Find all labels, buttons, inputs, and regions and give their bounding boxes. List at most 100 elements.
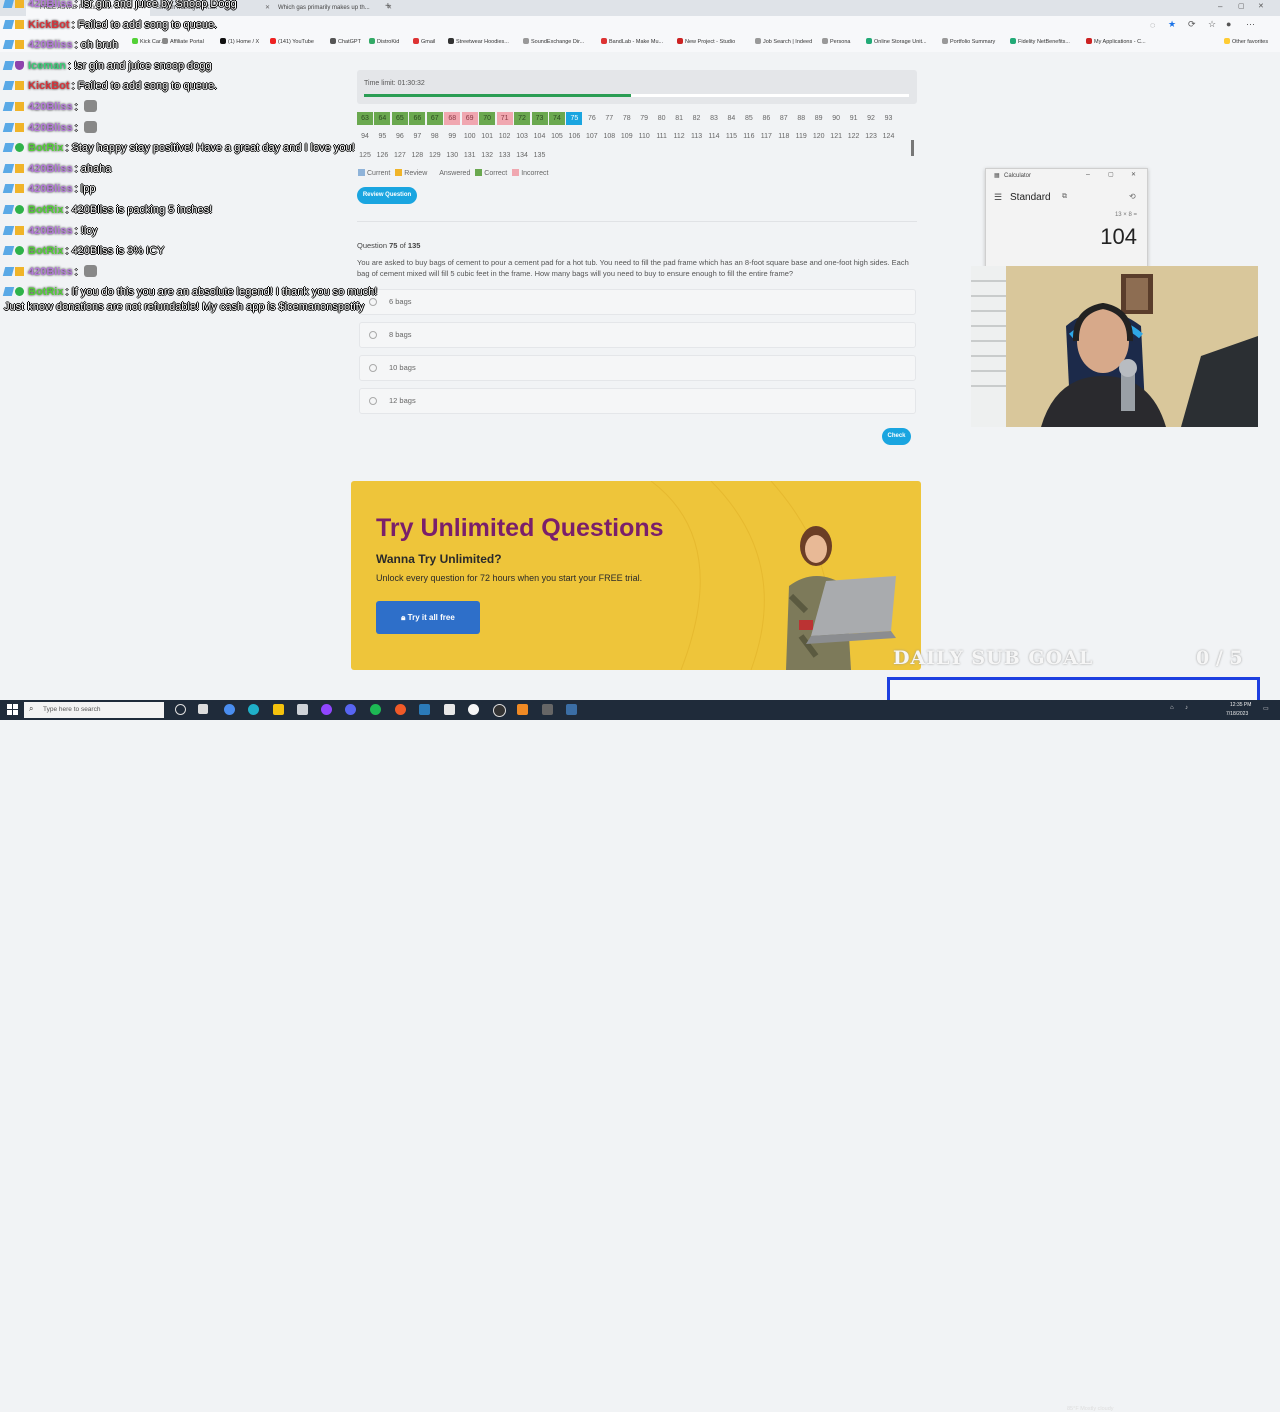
bookmark-item[interactable]: Online Storage Unit... (866, 38, 927, 45)
twitch-icon[interactable] (321, 704, 332, 715)
question-grid-item[interactable]: 129 (427, 149, 443, 162)
check-button[interactable]: Check (882, 428, 911, 445)
question-grid-item[interactable]: 92 (863, 112, 879, 125)
edge-icon[interactable] (248, 704, 259, 715)
question-grid-item[interactable]: 75 (566, 112, 583, 125)
question-grid-item[interactable]: 122 (846, 130, 862, 143)
question-grid-item[interactable]: 112 (671, 130, 687, 143)
question-grid-item[interactable]: 67 (426, 112, 443, 125)
browser-icon[interactable] (395, 704, 406, 715)
keep-on-top-icon[interactable]: ⧉ (1062, 193, 1067, 201)
steam-icon[interactable] (419, 704, 430, 715)
chat-username[interactable]: BotRix (26, 286, 65, 298)
maximize-icon[interactable]: ▢ (1108, 171, 1114, 178)
weather-widget[interactable]: 85°F Mostly cloudy (1067, 1406, 1114, 1412)
question-grid-item[interactable]: 82 (689, 112, 705, 125)
app-icon[interactable] (468, 704, 479, 715)
question-grid-item[interactable]: 65 (391, 112, 408, 125)
question-grid-item[interactable]: 68 (444, 112, 461, 125)
cortana-icon[interactable] (175, 704, 186, 715)
try-free-button[interactable]: 🔒︎ Try it all free (376, 601, 480, 634)
minimize-icon[interactable]: – (1218, 2, 1222, 11)
notes-icon[interactable] (444, 704, 455, 715)
chat-username[interactable]: 420Bliss (26, 163, 75, 175)
question-grid-item[interactable]: 88 (793, 112, 809, 125)
chat-username[interactable]: 420Bliss (26, 0, 75, 10)
question-grid-item[interactable]: 105 (549, 130, 565, 143)
bookmark-item[interactable]: Other favorites (1224, 38, 1268, 45)
question-grid-item[interactable]: 87 (776, 112, 792, 125)
chat-username[interactable]: Iceman (26, 60, 68, 72)
chrome-icon[interactable] (224, 704, 235, 715)
question-grid-item[interactable]: 76 (584, 112, 600, 125)
answer-option-1[interactable]: 6 bags (359, 289, 916, 315)
chat-username[interactable]: 420Bliss (26, 183, 75, 195)
discord-icon[interactable] (345, 704, 356, 715)
favorites-icon[interactable]: ☆ (1208, 19, 1216, 30)
question-grid-item[interactable]: 123 (863, 130, 879, 143)
question-grid-item[interactable]: 77 (601, 112, 617, 125)
question-grid-item[interactable]: 111 (654, 130, 670, 143)
answer-option-4[interactable]: 12 bags (359, 388, 916, 414)
chat-username[interactable]: KickBot (26, 19, 72, 31)
question-grid-item[interactable]: 81 (671, 112, 687, 125)
more-icon[interactable]: ⋯ (1246, 19, 1255, 30)
bookmark-item[interactable]: Streetwear Hoodies... (448, 38, 509, 45)
close-icon[interactable]: ✕ (1131, 171, 1136, 178)
calculator-taskbar-icon[interactable] (566, 704, 577, 715)
reader-icon[interactable]: ◌ (1150, 20, 1155, 30)
calculator-window[interactable]: ▦ Calculator – ▢ ✕ ☰ Standard ⧉ ⟲ 13 × 8… (985, 168, 1148, 270)
taskbar-clock-date[interactable]: 7/18/2023 (1226, 711, 1248, 717)
question-grid-item[interactable]: 80 (654, 112, 670, 125)
question-grid-item[interactable]: 118 (776, 130, 792, 143)
bookmark-item[interactable]: Job Search | Indeed (755, 38, 812, 45)
bookmark-item[interactable]: Portfolio Summary (942, 38, 995, 45)
question-grid-item[interactable]: 117 (758, 130, 774, 143)
question-grid-item[interactable]: 107 (584, 130, 600, 143)
question-grid-item[interactable]: 73 (531, 112, 548, 125)
question-grid-item[interactable]: 103 (514, 130, 530, 143)
question-grid-item[interactable]: 89 (811, 112, 827, 125)
question-grid-item[interactable]: 96 (392, 130, 408, 143)
chat-username[interactable]: BotRix (26, 245, 65, 257)
chat-username[interactable]: 420Bliss (26, 122, 75, 134)
store-icon[interactable] (297, 704, 308, 715)
windows-start-icon[interactable] (7, 704, 18, 715)
question-grid-item[interactable]: 134 (514, 149, 530, 162)
question-grid-item[interactable]: 90 (828, 112, 844, 125)
question-grid-item[interactable]: 133 (497, 149, 513, 162)
close-window-icon[interactable]: ✕ (1258, 2, 1264, 10)
question-grid-item[interactable]: 113 (689, 130, 705, 143)
question-grid-item[interactable]: 114 (706, 130, 722, 143)
radio-button[interactable] (369, 331, 377, 339)
bookmark-item[interactable]: My Applications - C... (1086, 38, 1146, 45)
chat-username[interactable]: KickBot (26, 80, 72, 92)
question-grid-item[interactable]: 78 (619, 112, 635, 125)
favorite-star-icon[interactable]: ★ (1168, 19, 1176, 30)
app-icon[interactable] (542, 704, 553, 715)
question-grid-item[interactable]: 91 (846, 112, 862, 125)
question-grid-item[interactable]: 124 (881, 130, 897, 143)
question-grid-item[interactable]: 86 (758, 112, 774, 125)
question-grid-item[interactable]: 83 (706, 112, 722, 125)
file-explorer-icon[interactable] (273, 704, 284, 715)
answer-option-2[interactable]: 8 bags (359, 322, 916, 348)
obs-icon[interactable] (493, 704, 506, 717)
app-icon[interactable] (517, 704, 528, 715)
chat-username[interactable]: 420Bliss (26, 39, 75, 51)
question-grid-item[interactable]: 121 (828, 130, 844, 143)
question-grid-item[interactable]: 120 (811, 130, 827, 143)
bookmark-item[interactable]: Persona (822, 38, 851, 45)
question-grid-item[interactable]: 101 (479, 130, 495, 143)
minimize-icon[interactable]: – (1086, 171, 1090, 178)
question-grid-item[interactable]: 84 (723, 112, 739, 125)
question-grid-item[interactable]: 72 (514, 112, 531, 125)
question-grid-item[interactable]: 79 (636, 112, 652, 125)
question-grid-item[interactable]: 71 (496, 112, 513, 125)
question-grid-item[interactable]: 66 (409, 112, 426, 125)
question-grid-item[interactable]: 110 (636, 130, 652, 143)
taskbar-clock-time[interactable]: 12:35 PM (1230, 702, 1251, 708)
spotify-icon[interactable] (370, 704, 381, 715)
question-grid-item[interactable]: 119 (793, 130, 809, 143)
bookmark-item[interactable]: Gmail (413, 38, 435, 45)
